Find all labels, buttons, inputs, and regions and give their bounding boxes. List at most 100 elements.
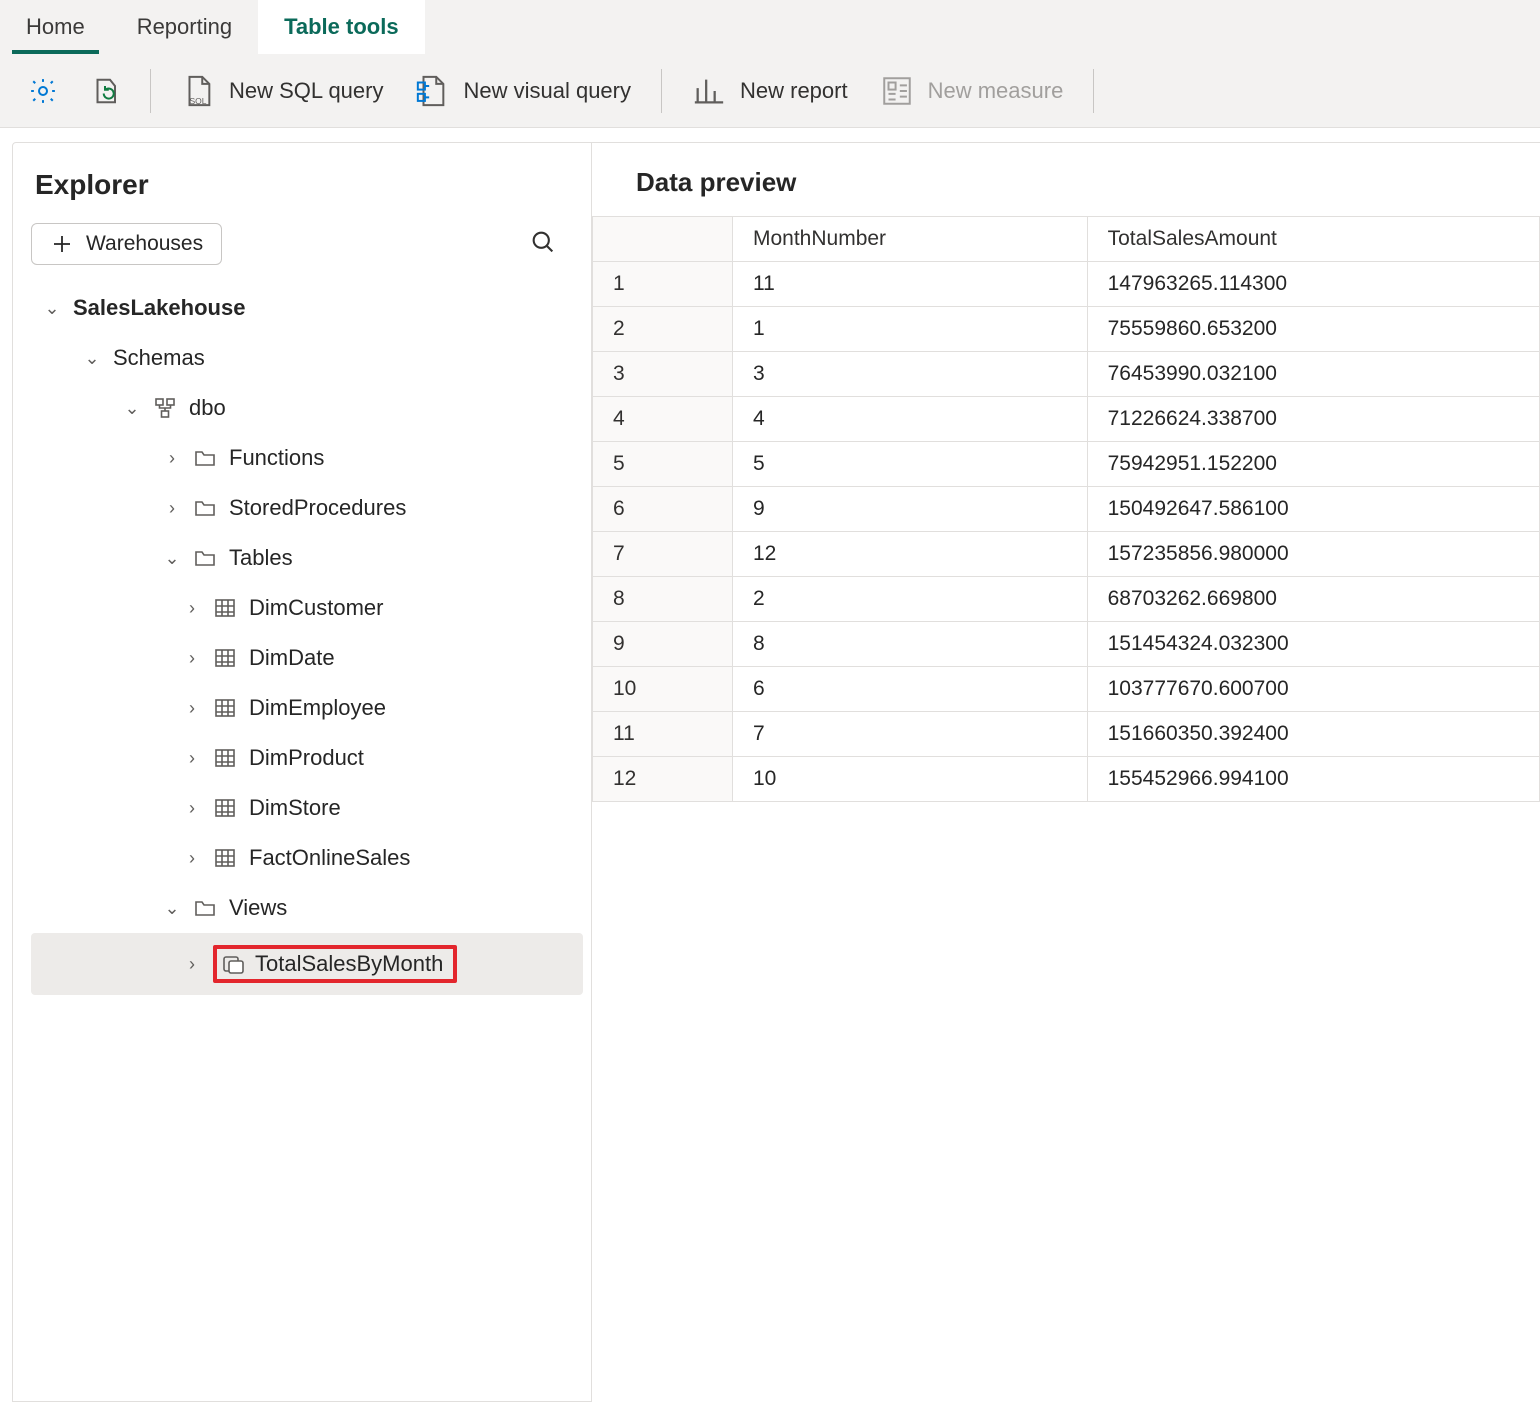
new-measure-button: New measure bbox=[874, 68, 1070, 114]
ribbon-tabs: Home Reporting Table tools bbox=[0, 0, 1540, 54]
data-cell: 103777670.600700 bbox=[1087, 667, 1539, 712]
toolbar: SQL New SQL query New visual query New r… bbox=[0, 54, 1540, 128]
tree-stored-procedures-label: StoredProcedures bbox=[229, 495, 406, 521]
tree-table-item[interactable]: › FactOnlineSales bbox=[31, 833, 583, 883]
tree-table-item[interactable]: ›DimProduct bbox=[31, 733, 583, 783]
table-icon bbox=[213, 646, 237, 670]
gear-icon bbox=[28, 76, 58, 106]
refresh-button[interactable] bbox=[84, 70, 126, 112]
tree-tables[interactable]: ⌄ Tables bbox=[31, 533, 583, 583]
column-header[interactable]: MonthNumber bbox=[733, 217, 1088, 262]
chevron-right-icon: › bbox=[183, 748, 201, 769]
table-icon bbox=[213, 696, 237, 720]
tree-table-item[interactable]: ›DimStore bbox=[31, 783, 583, 833]
search-button[interactable] bbox=[529, 228, 557, 261]
row-number-cell: 2 bbox=[593, 307, 733, 352]
table-row[interactable]: 111147963265.114300 bbox=[593, 262, 1540, 307]
chevron-down-icon: ⌄ bbox=[163, 548, 181, 569]
view-icon bbox=[221, 952, 245, 976]
chevron-right-icon: › bbox=[183, 598, 201, 619]
chevron-down-icon: ⌄ bbox=[123, 398, 141, 419]
explorer-tree: ⌄ SalesLakehouse ⌄ Schemas ⌄ dbo › Funct… bbox=[31, 283, 583, 995]
column-header-rownum[interactable] bbox=[593, 217, 733, 262]
row-number-cell: 12 bbox=[593, 757, 733, 802]
data-cell: 68703262.669800 bbox=[1087, 577, 1539, 622]
row-number-cell: 4 bbox=[593, 397, 733, 442]
chevron-right-icon: › bbox=[183, 848, 201, 869]
data-cell: 1 bbox=[733, 307, 1088, 352]
explorer-title: Explorer bbox=[35, 169, 583, 201]
table-row[interactable]: 3376453990.032100 bbox=[593, 352, 1540, 397]
tree-stored-procedures[interactable]: › StoredProcedures bbox=[31, 483, 583, 533]
search-icon bbox=[529, 228, 557, 256]
table-row[interactable]: 2175559860.653200 bbox=[593, 307, 1540, 352]
table-row[interactable]: 8268703262.669800 bbox=[593, 577, 1540, 622]
tab-reporting[interactable]: Reporting bbox=[111, 0, 258, 54]
tree-views[interactable]: ⌄ Views bbox=[31, 883, 583, 933]
table-row[interactable]: 712157235856.980000 bbox=[593, 532, 1540, 577]
data-cell: 151660350.392400 bbox=[1087, 712, 1539, 757]
row-number-cell: 10 bbox=[593, 667, 733, 712]
folder-icon bbox=[193, 446, 217, 470]
new-sql-query-button[interactable]: SQL New SQL query bbox=[175, 68, 389, 114]
tree-table-list: › DimCustomer ›DimDate›DimEmployee›DimProd… bbox=[31, 583, 583, 883]
data-cell: 75559860.653200 bbox=[1087, 307, 1539, 352]
sql-file-icon: SQL bbox=[181, 74, 215, 108]
plus-icon bbox=[50, 232, 74, 256]
table-row[interactable]: 117151660350.392400 bbox=[593, 712, 1540, 757]
table-icon bbox=[213, 746, 237, 770]
data-cell: 10 bbox=[733, 757, 1088, 802]
toolbar-separator bbox=[150, 69, 151, 113]
column-header[interactable]: TotalSalesAmount bbox=[1087, 217, 1539, 262]
tree-functions[interactable]: › Functions bbox=[31, 433, 583, 483]
table-row[interactable]: 69150492647.586100 bbox=[593, 487, 1540, 532]
tree-schemas[interactable]: ⌄ Schemas bbox=[31, 333, 583, 383]
tree-table-label: FactOnlineSales bbox=[249, 845, 410, 871]
table-row[interactable]: 5575942951.152200 bbox=[593, 442, 1540, 487]
data-cell: 7 bbox=[733, 712, 1088, 757]
new-measure-label: New measure bbox=[928, 78, 1064, 104]
tree-schemas-label: Schemas bbox=[113, 345, 205, 371]
measure-icon bbox=[880, 74, 914, 108]
data-cell: 151454324.032300 bbox=[1087, 622, 1539, 667]
table-row[interactable]: 106103777670.600700 bbox=[593, 667, 1540, 712]
row-number-cell: 11 bbox=[593, 712, 733, 757]
chevron-right-icon: › bbox=[163, 448, 181, 469]
new-report-button[interactable]: New report bbox=[686, 68, 854, 114]
chevron-down-icon: ⌄ bbox=[43, 298, 61, 319]
toolbar-separator bbox=[1093, 69, 1094, 113]
new-visual-query-label: New visual query bbox=[463, 78, 631, 104]
data-preview-table: MonthNumberTotalSalesAmount 111147963265… bbox=[592, 216, 1540, 802]
table-row[interactable]: 4471226624.338700 bbox=[593, 397, 1540, 442]
chevron-right-icon: › bbox=[163, 498, 181, 519]
new-visual-query-button[interactable]: New visual query bbox=[409, 68, 637, 114]
row-number-cell: 9 bbox=[593, 622, 733, 667]
row-number-cell: 5 bbox=[593, 442, 733, 487]
tree-tables-label: Tables bbox=[229, 545, 293, 571]
tab-table-tools[interactable]: Table tools bbox=[258, 0, 425, 54]
new-sql-query-label: New SQL query bbox=[229, 78, 383, 104]
table-icon bbox=[213, 846, 237, 870]
tree-schema-dbo[interactable]: ⌄ dbo bbox=[31, 383, 583, 433]
explorer-pane: Explorer Warehouses ⌄ SalesLakehouse ⌄ S… bbox=[12, 142, 592, 1402]
tree-schema-dbo-label: dbo bbox=[189, 395, 226, 421]
tree-database[interactable]: ⌄ SalesLakehouse bbox=[31, 283, 583, 333]
tree-table-item[interactable]: ›DimEmployee bbox=[31, 683, 583, 733]
table-row[interactable]: 1210155452966.994100 bbox=[593, 757, 1540, 802]
tab-home[interactable]: Home bbox=[0, 0, 111, 54]
table-row[interactable]: 98151454324.032300 bbox=[593, 622, 1540, 667]
tree-table-label: DimCustomer bbox=[249, 595, 383, 621]
tree-table-item[interactable]: › DimCustomer bbox=[31, 583, 583, 633]
data-cell: 9 bbox=[733, 487, 1088, 532]
data-cell: 12 bbox=[733, 532, 1088, 577]
data-cell: 155452966.994100 bbox=[1087, 757, 1539, 802]
settings-button[interactable] bbox=[22, 70, 64, 112]
tree-table-item[interactable]: ›DimDate bbox=[31, 633, 583, 683]
row-number-cell: 8 bbox=[593, 577, 733, 622]
data-cell: 5 bbox=[733, 442, 1088, 487]
add-warehouses-button[interactable]: Warehouses bbox=[31, 223, 222, 265]
data-cell: 157235856.980000 bbox=[1087, 532, 1539, 577]
data-cell: 6 bbox=[733, 667, 1088, 712]
tree-view-totalsalesbymonth[interactable]: › TotalSalesByMonth bbox=[31, 933, 583, 995]
warehouses-label: Warehouses bbox=[86, 232, 203, 256]
